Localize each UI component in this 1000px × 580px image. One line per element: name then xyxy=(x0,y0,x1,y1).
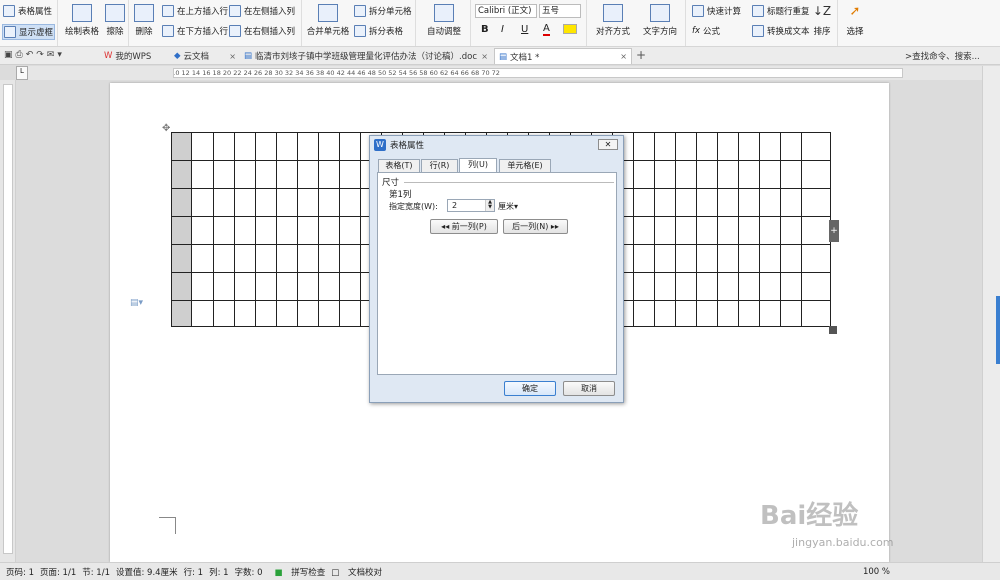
select-button[interactable]: ➚ 选择 xyxy=(841,0,869,37)
status-setting: 设置值: 9.4厘米 xyxy=(115,567,178,578)
divider xyxy=(471,0,587,46)
status-col: 列: 1 xyxy=(209,567,229,578)
add-column-button[interactable]: + xyxy=(829,220,839,242)
ruler-ticks: 4 2 2 4 6 8 10 12 14 16 18 20 22 24 26 2… xyxy=(174,69,500,77)
command-search[interactable]: >查找命令、搜索... xyxy=(905,50,980,62)
close-button[interactable]: ✕ xyxy=(598,139,618,150)
vertical-scrollbar[interactable] xyxy=(982,66,1000,562)
status-row: 行: 1 xyxy=(183,567,204,578)
horizontal-ruler[interactable]: L 4 2 2 4 6 8 10 12 14 16 18 20 22 24 26… xyxy=(16,66,982,80)
tab-cell[interactable]: 单元格(E) xyxy=(499,159,551,172)
tab-doc-file[interactable]: ▤ 临清市刘垓子镇中学班级管理量化评估办法（讨论稿）.doc × xyxy=(240,48,492,64)
paragraph-layout-icon[interactable]: ▤▾ xyxy=(130,298,143,308)
proofread-toggle[interactable]: □ 文档校对 xyxy=(331,566,382,578)
dialog-title-bar: W 表格属性 ✕ xyxy=(370,136,623,154)
document-tab-bar: ▣⎙↶↷✉▾ W 我的WPS ◆ 云文档 × ▤ 临清市刘垓子镇中学班级管理量化评估办法… xyxy=(0,47,1000,65)
table-properties-dialog: W 表格属性 ✕ 表格(T) 行(R) 列(U) 单元格(E) 尺寸 第1列 指… xyxy=(369,135,624,403)
tab-stop-icon[interactable]: L xyxy=(16,66,28,80)
vertical-ruler[interactable] xyxy=(0,80,16,562)
cloud-icon: ◆ xyxy=(174,51,181,61)
size-section-label: 尺寸 xyxy=(382,178,400,188)
ok-button[interactable]: 确定 xyxy=(504,381,556,396)
cursor-icon: ➚ xyxy=(849,4,861,19)
doc-icon: ▤ xyxy=(244,51,253,61)
quick-access-icons[interactable]: ▣⎙↶↷✉▾ xyxy=(4,50,65,60)
divider xyxy=(302,0,416,46)
divider xyxy=(0,0,129,46)
doc-icon: ▤ xyxy=(499,51,508,62)
spell-check-toggle[interactable]: ■ 拼写检查 xyxy=(269,566,326,578)
column-label: 第1列 xyxy=(389,190,412,200)
status-pages: 页面: 1/1 xyxy=(39,567,77,578)
divider xyxy=(587,0,686,46)
status-page: 页码: 1 xyxy=(6,567,34,578)
table-resize-handle-icon[interactable] xyxy=(829,326,837,334)
divider xyxy=(129,0,302,46)
margin-corner-mark xyxy=(159,517,176,534)
scroll-thumb[interactable] xyxy=(996,296,1000,364)
section-divider xyxy=(404,182,614,183)
unit-label: 厘米 xyxy=(498,202,514,211)
vertical-ruler-scale xyxy=(3,84,13,554)
tab-cloud-docs[interactable]: ◆ 云文档 × xyxy=(170,48,240,64)
tab-column[interactable]: 列(U) xyxy=(459,158,497,172)
divider xyxy=(416,0,471,46)
status-section: 节: 1/1 xyxy=(82,567,110,578)
zoom-level[interactable]: 100 % xyxy=(863,567,890,577)
close-icon[interactable]: × xyxy=(481,52,488,61)
width-spinner-icon[interactable]: ▲ ▼ xyxy=(485,200,494,211)
close-icon[interactable]: × xyxy=(620,52,627,61)
tab-table[interactable]: 表格(T) xyxy=(378,159,420,172)
ruler-scale: 4 2 2 4 6 8 10 12 14 16 18 20 22 24 26 2… xyxy=(173,68,903,78)
watermark-url: jingyan.baidu.com xyxy=(792,536,894,549)
status-words[interactable]: 字数: 0 xyxy=(235,566,263,578)
status-bar: 页码: 1 页面: 1/1 节: 1/1 设置值: 9.4厘米 行: 1 列: … xyxy=(0,562,1000,580)
ruler-left-margin xyxy=(126,68,176,78)
watermark-logo: Bai经验 xyxy=(760,501,859,531)
cancel-button[interactable]: 取消 xyxy=(563,381,615,396)
table-move-handle-icon[interactable]: ✥ xyxy=(162,123,170,134)
width-label: 指定宽度(W): xyxy=(389,202,438,211)
unit-select[interactable]: 厘米▾ xyxy=(498,201,518,212)
dialog-title: 表格属性 xyxy=(390,141,425,151)
tab-document1[interactable]: ▤ 文档1 * × xyxy=(494,48,632,64)
next-column-button[interactable]: 后一列(N) ▸▸ xyxy=(503,219,568,234)
close-icon[interactable]: × xyxy=(229,52,236,61)
new-tab-button[interactable]: + xyxy=(636,48,646,62)
wps-icon: W xyxy=(374,139,386,151)
selected-first-column[interactable] xyxy=(172,133,192,326)
wps-icon: W xyxy=(104,51,113,61)
tab-row[interactable]: 行(R) xyxy=(421,159,458,172)
check-icon: ■ xyxy=(274,567,283,578)
dialog-body: 尺寸 第1列 指定宽度(W): 2 ▲ ▼ 厘米▾ ◂◂ 前一列(P) 后一列(N… xyxy=(377,172,617,375)
tab-my-wps[interactable]: W 我的WPS xyxy=(100,48,170,64)
divider xyxy=(686,0,838,46)
previous-column-button[interactable]: ◂◂ 前一列(P) xyxy=(430,219,498,234)
ribbon-toolbar: 表格属性 显示虚框 绘制表格 擦除 删除 在上方插入行 在下方插入行 在左侧插入… xyxy=(0,0,1000,47)
